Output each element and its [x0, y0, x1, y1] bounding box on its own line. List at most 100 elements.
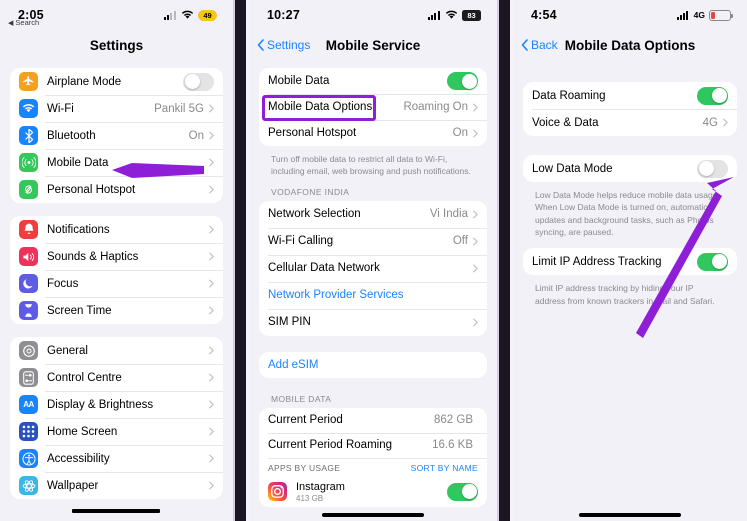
list-item[interactable]: Mobile Data — [259, 68, 487, 94]
phone-panel-mobile-data-options: 4:54 4G Back Mobile Data Options Data Ro… — [513, 0, 747, 521]
list-item[interactable]: Wi-Fi Calling Off — [259, 227, 487, 255]
toggle-switch[interactable] — [697, 159, 728, 178]
home-indicator — [579, 513, 681, 517]
list-item[interactable]: Focus — [10, 270, 223, 297]
settings-group-connectivity: Airplane Mode Wi-Fi Pankil 5G Bluetooth On Mo… — [10, 68, 223, 203]
back-button[interactable]: Settings — [257, 38, 310, 52]
toggle-switch[interactable] — [697, 252, 728, 271]
chevron-right-icon — [209, 427, 214, 436]
list-item[interactable]: Control Centre — [10, 364, 223, 391]
apps-by-usage-label: APPS BY USAGE — [268, 462, 341, 473]
chevron-right-icon — [209, 279, 214, 288]
toggle-switch[interactable] — [447, 72, 478, 90]
app-data-size: 413 GB — [296, 493, 324, 503]
chevron-right-icon — [473, 103, 478, 111]
settings-group-system: General Control Centre AA Display & Brightn… — [10, 337, 223, 499]
status-time: 4:54 — [531, 8, 557, 22]
list-item-label: Network Selection — [268, 208, 361, 221]
chevron-right-icon — [209, 454, 214, 463]
list-item-label: Wallpaper — [47, 479, 99, 492]
list-item[interactable]: Current Period 862 GB — [259, 408, 487, 433]
list-item-highlighted[interactable]: Mobile Data Options Roaming On — [259, 94, 487, 120]
chevron-left-icon — [257, 39, 264, 51]
chevron-right-icon — [209, 185, 214, 194]
apps-by-usage-header: APPS BY USAGE SORT BY NAME — [259, 457, 487, 477]
list-item[interactable]: Network Selection Vi India — [259, 201, 487, 228]
list-item[interactable]: Personal Hotspot — [10, 176, 223, 203]
list-item[interactable]: Mobile Data — [10, 149, 223, 176]
cellular-signal-icon — [164, 10, 177, 20]
list-item[interactable]: Current Period Roaming 16.6 KB — [259, 432, 487, 458]
list-item[interactable]: Voice & Data 4G — [523, 109, 737, 136]
list-item[interactable]: Low Data Mode — [523, 155, 737, 182]
section-header-carrier: VODAFONE INDIA — [271, 186, 350, 197]
battery-indicator: 83 — [462, 9, 481, 21]
wallpaper-icon — [19, 476, 38, 495]
toggle-switch[interactable] — [447, 482, 478, 501]
list-item[interactable]: AA Display & Brightness — [10, 391, 223, 418]
list-item[interactable]: Home Screen — [10, 418, 223, 445]
personal-hotspot-icon — [19, 180, 38, 199]
list-item-label: Wi-Fi Calling — [268, 235, 334, 248]
network-type-label: 4G — [693, 10, 705, 20]
list-item[interactable]: Accessibility — [10, 445, 223, 472]
app-info: Instagram 413 GB — [296, 481, 447, 503]
accessibility-icon — [19, 449, 38, 468]
chevron-right-icon — [723, 118, 728, 127]
list-item-label: Bluetooth — [47, 129, 96, 142]
cellular-signal-icon — [428, 10, 441, 20]
list-item[interactable]: Data Roaming — [523, 82, 737, 109]
screenshot-root: 2:05 ◀ Search 49 Settings Airplane Mode W… — [0, 0, 747, 521]
list-item-label: Mobile Data Options — [268, 101, 373, 113]
sort-by-name-button[interactable]: SORT BY NAME — [411, 463, 478, 473]
cellular-signal-icon — [676, 10, 690, 20]
section-header-mobile-data: MOBILE DATA — [271, 393, 332, 404]
app-usage-row[interactable]: Instagram 413 GB — [259, 477, 487, 507]
screen-time-icon — [19, 301, 38, 320]
list-item[interactable]: Cellular Data Network — [259, 254, 487, 282]
list-item[interactable]: Bluetooth On — [10, 122, 223, 149]
list-item[interactable]: Wallpaper — [10, 472, 223, 499]
status-bar-left: 2:05 ◀ Search 49 — [0, 0, 233, 30]
list-item-value: Vi India — [429, 208, 468, 221]
list-item-label: Wi-Fi — [47, 102, 74, 115]
list-item-label: Voice & Data — [532, 116, 599, 129]
chevron-right-icon — [209, 104, 214, 113]
mobile-service-list: Mobile Data Mobile Data Options Roaming On… — [249, 68, 497, 507]
list-item-label: General — [47, 344, 88, 357]
list-item[interactable]: Airplane Mode — [10, 68, 223, 95]
toggle-knob — [184, 74, 200, 89]
list-item[interactable]: Notifications — [10, 216, 223, 243]
group-carrier: Network Selection Vi India Wi-Fi Calling Of… — [259, 200, 487, 336]
back-button[interactable]: Back — [521, 38, 558, 52]
group-limit-ip-tracking: Limit IP Address Tracking — [523, 248, 737, 276]
chevron-right-icon — [209, 306, 214, 315]
list-item-value: 16.6 KB — [432, 439, 473, 452]
toggle-knob — [711, 88, 727, 103]
list-item[interactable]: Screen Time — [10, 297, 223, 324]
settings-list: Airplane Mode Wi-Fi Pankil 5G Bluetooth On Mo… — [0, 68, 233, 499]
list-item-label: Add eSIM — [268, 358, 319, 371]
list-item[interactable]: Add eSIM — [259, 352, 487, 378]
list-item[interactable]: General — [10, 337, 223, 364]
home-indicator — [322, 513, 424, 517]
list-item-value: 862 GB — [434, 414, 473, 427]
list-item[interactable]: SIM PIN — [259, 308, 487, 336]
sounds-haptics-icon — [19, 247, 38, 266]
list-item-label: Limit IP Address Tracking — [532, 255, 662, 268]
phone-panel-mobile-service: 10:27 83 Settings Mobile Service Mobile … — [249, 0, 497, 521]
mobile-data-icon — [19, 153, 38, 172]
list-item[interactable]: Wi-Fi Pankil 5G — [10, 95, 223, 122]
toggle-switch[interactable] — [183, 72, 214, 91]
list-item-label: Display & Brightness — [47, 398, 154, 411]
list-item[interactable]: Personal Hotspot On — [259, 120, 487, 146]
group-add-esim: Add eSIM — [259, 351, 487, 378]
status-back-to-search[interactable]: ◀ Search — [8, 18, 39, 27]
status-back-label: Search — [15, 18, 40, 27]
status-time: 10:27 — [267, 8, 300, 22]
toggle-switch[interactable] — [697, 86, 728, 105]
status-indicators-middle: 83 — [428, 9, 481, 21]
list-item[interactable]: Limit IP Address Tracking — [523, 248, 737, 275]
list-item[interactable]: Network Provider Services — [259, 281, 487, 309]
list-item[interactable]: Sounds & Haptics — [10, 243, 223, 270]
